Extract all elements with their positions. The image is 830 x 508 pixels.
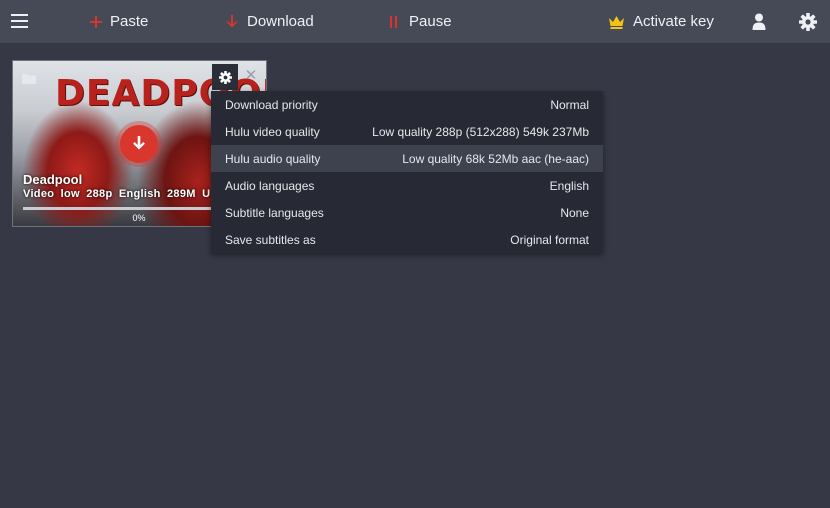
menu-item-label: Save subtitles as <box>225 232 316 247</box>
settings-button[interactable] <box>799 0 824 43</box>
menu-item-label: Audio languages <box>225 178 315 193</box>
pause-icon <box>388 14 402 30</box>
hamburger-menu-button[interactable] <box>11 0 29 43</box>
activate-key-label: Activate key <box>633 13 714 30</box>
activate-key-button[interactable]: Activate key <box>608 0 714 43</box>
paste-label: Paste <box>110 13 149 30</box>
gear-icon <box>799 12 817 31</box>
menu-item-audio-languages[interactable]: Audio languages English <box>211 172 603 199</box>
download-label: Download <box>247 13 314 30</box>
paste-button[interactable]: Paste <box>89 0 148 43</box>
download-arrow-icon <box>226 14 240 30</box>
menu-item-download-priority[interactable]: Download priority Normal <box>211 91 603 118</box>
menu-item-value: Low quality 68k 52Mb aac (he-aac) <box>402 151 589 166</box>
card-title: Deadpool <box>23 172 83 187</box>
menu-item-value: Original format <box>510 232 589 247</box>
menu-item-hulu-audio-quality[interactable]: Hulu audio quality Low quality 68k 52Mb a… <box>211 145 603 172</box>
folder-icon[interactable] <box>22 71 36 84</box>
close-icon[interactable]: ✕ <box>244 67 258 85</box>
pause-button[interactable]: Pause <box>388 0 452 43</box>
download-button[interactable]: Download <box>226 0 314 43</box>
menu-item-label: Subtitle languages <box>225 205 324 220</box>
menu-item-value: English <box>549 178 589 193</box>
card-meta: Video low 288p English 289M U <box>23 188 211 200</box>
hamburger-icon-bar <box>11 26 28 28</box>
menu-item-label: Hulu audio quality <box>225 151 321 166</box>
card-settings-button[interactable] <box>212 64 238 90</box>
gear-icon <box>218 70 232 84</box>
menu-item-value: Low quality 288p (512x288) 549k 237Mb <box>372 124 589 139</box>
card-settings-menu: Download priority Normal Hulu video qualit… <box>211 91 603 253</box>
menu-item-save-subtitles-as[interactable]: Save subtitles as Original format <box>211 226 603 253</box>
download-progress-icon[interactable] <box>120 125 158 163</box>
user-icon <box>752 13 766 30</box>
hamburger-icon <box>11 14 28 16</box>
menu-item-value: None <box>560 205 589 220</box>
menu-item-label: Hulu video quality <box>225 124 320 139</box>
user-account-button[interactable] <box>752 0 773 43</box>
menu-item-value: Normal <box>550 97 589 112</box>
menu-item-hulu-video-quality[interactable]: Hulu video quality Low quality 288p (512x… <box>211 118 603 145</box>
plus-icon <box>89 14 103 30</box>
hamburger-icon-bar <box>11 20 28 22</box>
crown-icon <box>608 14 626 30</box>
top-toolbar: Paste Download Pause Activate key <box>0 0 830 43</box>
menu-item-label: Download priority <box>225 97 318 112</box>
menu-item-subtitle-languages[interactable]: Subtitle languages None <box>211 199 603 226</box>
pause-label: Pause <box>409 13 452 30</box>
